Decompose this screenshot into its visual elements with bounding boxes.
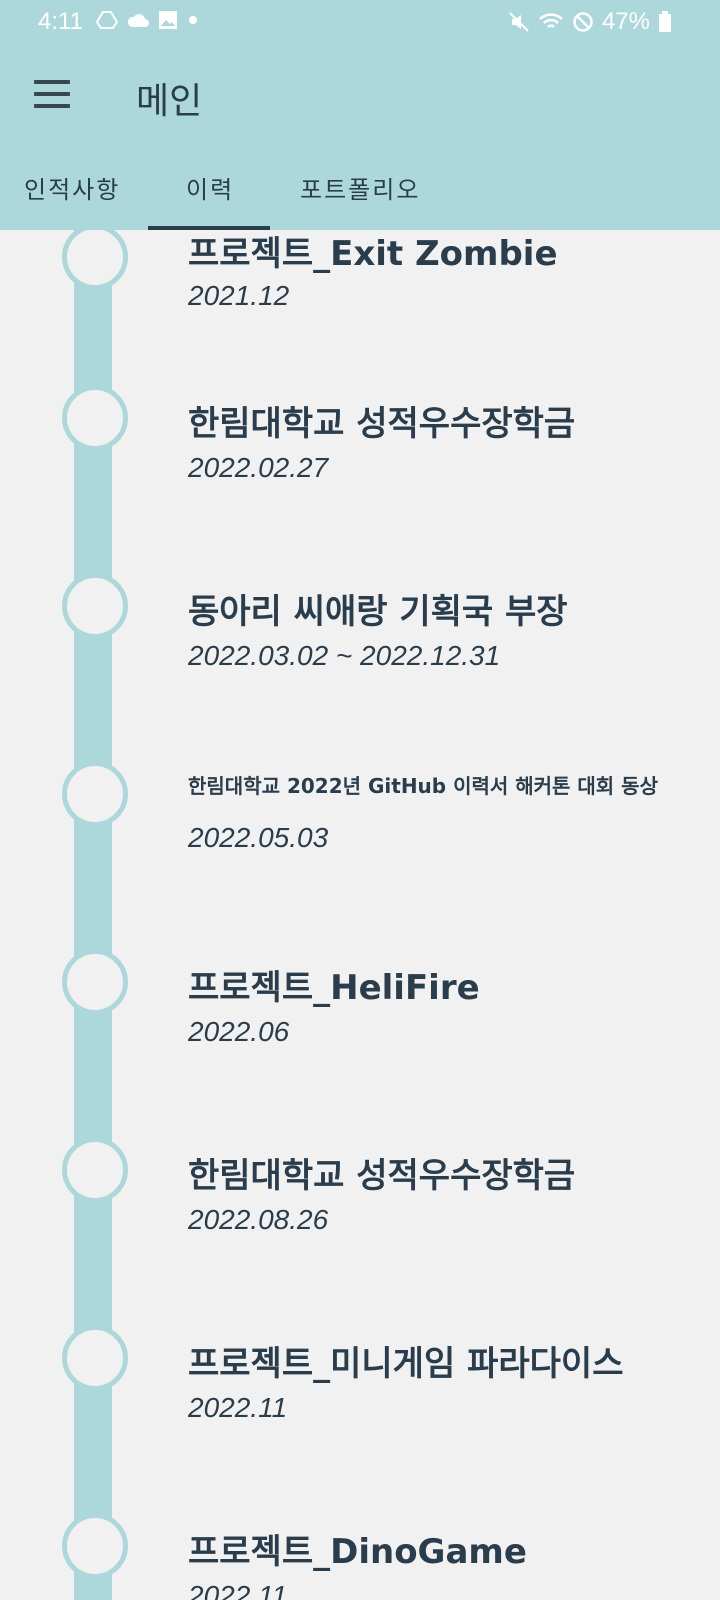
- timeline-node-icon: [62, 573, 128, 639]
- timeline-item[interactable]: 프로젝트_DinoGame 2022.11: [0, 1482, 720, 1600]
- image-icon: [159, 11, 177, 29]
- timeline-item-date: 2022.06: [188, 1016, 290, 1047]
- timeline-item-date: 2022.11: [188, 1392, 288, 1423]
- timeline-list[interactable]: 프로젝트_Exit Zombie 2021.12 한림대학교 성적우수장학금 2…: [0, 230, 720, 1600]
- app-bar: 메인 인적사항 이력 포트폴리오: [0, 46, 720, 230]
- timeline-item-date: 2022.11: [188, 1580, 288, 1600]
- timeline-node-icon: [62, 230, 128, 290]
- timeline-item[interactable]: 프로젝트_미니게임 파라다이스 2022.11: [0, 1294, 720, 1482]
- timeline-node-icon: [62, 949, 128, 1015]
- timeline-node-icon: [62, 1137, 128, 1203]
- timeline-item-title: 프로젝트_Exit Zombie: [188, 234, 558, 274]
- timeline-item[interactable]: 한림대학교 성적우수장학금 2022.02.27: [0, 354, 720, 542]
- status-left-icons: [96, 10, 200, 30]
- battery-icon: [659, 11, 671, 32]
- timeline-node-icon: [62, 1325, 128, 1391]
- drive-icon: [96, 11, 118, 29]
- timeline-item-title: 동아리 씨애랑 기획국 부장: [188, 592, 568, 632]
- cloud-icon: [127, 14, 149, 27]
- status-right-icons: 47%: [508, 8, 672, 36]
- wifi-icon: [539, 13, 563, 28]
- timeline-item[interactable]: 한림대학교 성적우수장학금 2022.08.26: [0, 1106, 720, 1294]
- tab-indicator: [148, 226, 270, 230]
- timeline-item-title: 한림대학교 성적우수장학금: [188, 404, 576, 444]
- tab-portfolio[interactable]: 포트폴리오: [300, 170, 420, 205]
- dot-icon: [189, 16, 197, 24]
- timeline-item-date: 2021.12: [188, 280, 290, 311]
- timeline-item-title: 한림대학교 2022년 GitHub 이력서 해커톤 대회 동상: [188, 774, 658, 798]
- timeline-item-title: 프로젝트_미니게임 파라다이스: [188, 1344, 624, 1384]
- timeline-node-icon: [62, 385, 128, 451]
- timeline-item[interactable]: 프로젝트_HeliFire 2022.06: [0, 918, 720, 1106]
- timeline-node-icon: [62, 761, 128, 827]
- timeline-item-date: 2022.03.02 ~ 2022.12.31: [188, 640, 501, 671]
- timeline-item[interactable]: 한림대학교 2022년 GitHub 이력서 해커톤 대회 동상 2022.05…: [0, 730, 720, 918]
- tab-history[interactable]: 이력: [186, 170, 234, 205]
- dnd-icon: [573, 12, 593, 32]
- timeline-item-date: 2022.05.03: [188, 822, 329, 853]
- tab-bar: 인적사항 이력 포트폴리오: [0, 156, 720, 230]
- timeline-item-date: 2022.08.26: [188, 1204, 329, 1235]
- battery-percent: 47%: [601, 8, 650, 35]
- hamburger-menu-icon[interactable]: [34, 80, 70, 110]
- status-bar: 4:11 47%: [0, 0, 720, 46]
- timeline-item-title: 프로젝트_DinoGame: [188, 1532, 527, 1572]
- timeline-item-date: 2022.02.27: [188, 452, 329, 483]
- tab-profile[interactable]: 인적사항: [24, 170, 120, 205]
- timeline-node-icon: [62, 1513, 128, 1579]
- timeline-item-title: 한림대학교 성적우수장학금: [188, 1156, 576, 1196]
- timeline-item[interactable]: 동아리 씨애랑 기획국 부장 2022.03.02 ~ 2022.12.31: [0, 542, 720, 730]
- page-title: 메인: [136, 81, 203, 122]
- mute-icon: [509, 12, 529, 32]
- status-time: 4:11: [38, 8, 83, 35]
- timeline-item-title: 프로젝트_HeliFire: [188, 968, 480, 1008]
